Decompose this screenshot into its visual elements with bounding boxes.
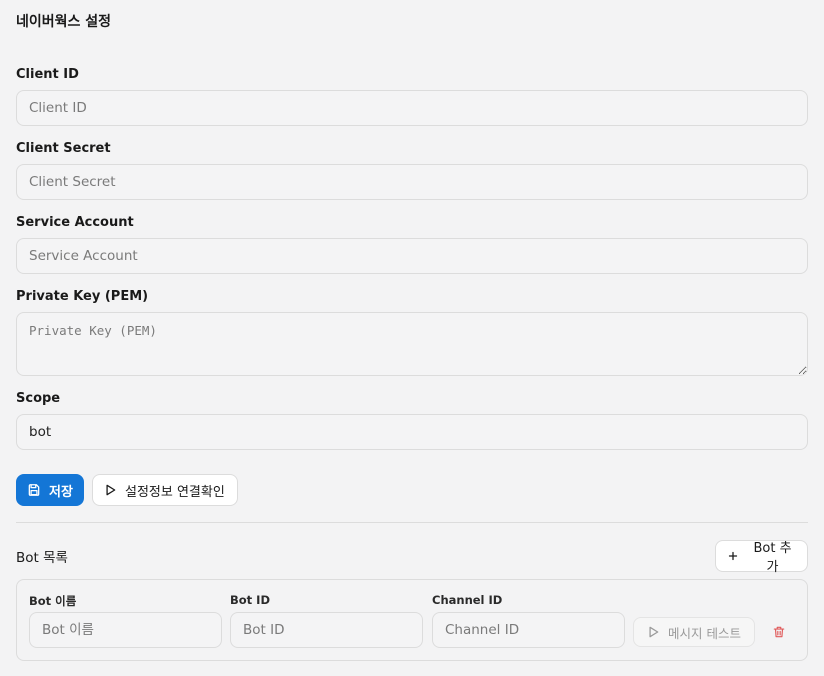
private-key-textarea[interactable] — [16, 312, 808, 376]
trash-icon — [772, 625, 786, 639]
page-title: 네이버웍스 설정 — [16, 14, 112, 30]
save-button[interactable]: 저장 — [16, 474, 84, 506]
private-key-label: Private Key (PEM) — [16, 289, 149, 304]
scope-input[interactable] — [16, 414, 808, 450]
floppy-disk-icon — [27, 483, 41, 497]
client-id-input[interactable] — [16, 90, 808, 126]
message-test-label: 메시지 테스트 — [668, 625, 741, 641]
client-secret-input[interactable] — [16, 164, 808, 200]
test-connection-button[interactable]: 설정정보 연결확인 — [92, 474, 238, 506]
play-icon — [103, 483, 117, 497]
channel-id-column-label: Channel ID — [432, 593, 503, 607]
bot-list-title: Bot 목록 — [16, 550, 68, 566]
scope-label: Scope — [16, 391, 61, 406]
message-test-button[interactable]: 메시지 테스트 — [633, 617, 755, 647]
bot-name-input[interactable] — [29, 612, 222, 648]
plus-icon — [726, 549, 740, 563]
bot-row-card: Bot 이름 Bot ID Channel ID 메시지 테스트 — [16, 579, 808, 661]
service-account-input[interactable] — [16, 238, 808, 274]
channel-id-input[interactable] — [432, 612, 625, 648]
add-bot-button[interactable]: Bot 추가 — [715, 540, 808, 575]
service-account-label: Service Account — [16, 215, 134, 230]
test-connection-label: 설정정보 연결확인 — [125, 484, 225, 500]
delete-bot-button[interactable] — [769, 622, 789, 642]
play-icon — [646, 625, 660, 639]
client-secret-label: Client Secret — [16, 141, 111, 156]
save-button-label: 저장 — [49, 484, 73, 500]
bot-id-column-label: Bot ID — [230, 593, 270, 607]
bot-id-input[interactable] — [230, 612, 423, 648]
bot-name-column-label: Bot 이름 — [29, 594, 77, 608]
section-divider — [16, 522, 808, 523]
naverworks-settings-page: 네이버웍스 설정 Client ID Client Secret Service… — [0, 0, 824, 676]
client-id-label: Client ID — [16, 67, 79, 82]
add-bot-label: Bot 추가 — [753, 541, 792, 575]
